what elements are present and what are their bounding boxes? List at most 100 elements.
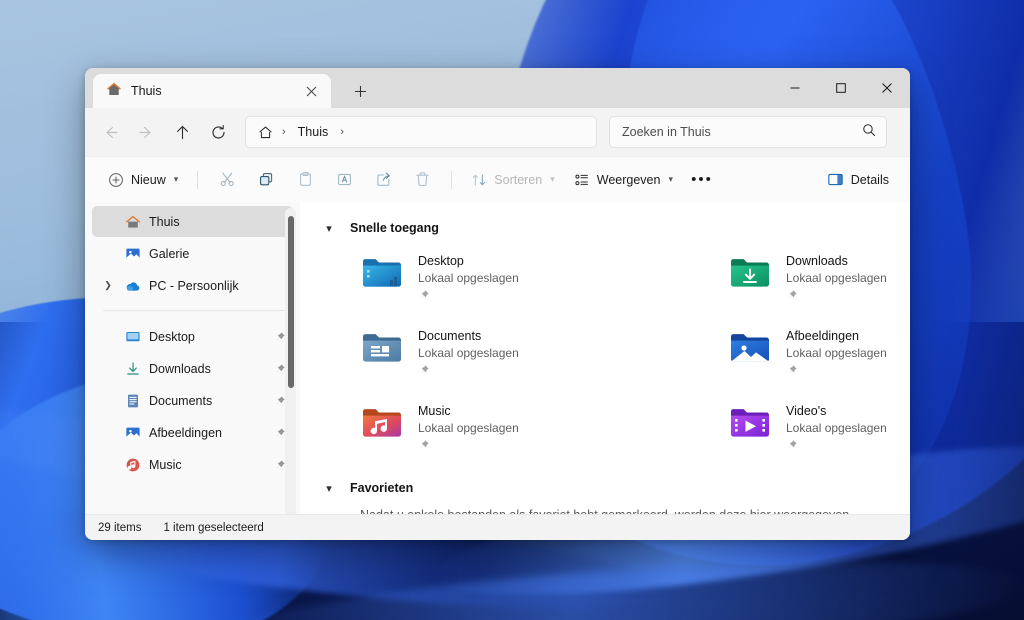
minimize-button[interactable] (772, 68, 818, 108)
sidebar-item-label: Galerie (149, 247, 287, 261)
sort-icon (471, 172, 487, 188)
content-pane: ▾ Snelle toegang (300, 202, 910, 514)
file-item-name: Video's (786, 403, 887, 420)
window-controls (772, 68, 910, 108)
home-icon (106, 81, 122, 102)
delete-button[interactable] (403, 164, 441, 196)
favorites-title: Favorieten (350, 481, 413, 495)
cut-button[interactable] (208, 164, 246, 196)
view-button-label: Weergeven (597, 173, 661, 187)
sidebar-item-pc-persoonlijk[interactable]: ❯ PC - Persoonlijk (92, 270, 293, 301)
file-item-text: Video's Lokaal opgeslagen (786, 402, 887, 456)
file-item-downloads[interactable]: Downloads Lokaal opgeslagen (690, 248, 910, 310)
share-button[interactable] (364, 164, 402, 196)
maximize-button[interactable] (818, 68, 864, 108)
sidebar-item-thuis[interactable]: Thuis (92, 206, 293, 237)
pin-icon (786, 363, 887, 381)
file-item-name: Desktop (418, 253, 519, 270)
sidebar-item-label: Documents (149, 394, 265, 408)
explorer-body: Thuis Galerie ❯ (85, 202, 910, 514)
navigation-pane: Thuis Galerie ❯ (85, 202, 300, 514)
file-item-text: Desktop Lokaal opgeslagen (418, 252, 519, 306)
folder-documents-icon (360, 327, 404, 367)
home-icon (124, 213, 141, 230)
refresh-button[interactable] (201, 115, 235, 149)
new-button[interactable]: Nieuw ▾ (99, 164, 187, 196)
search-box[interactable] (609, 116, 887, 148)
file-item-desktop[interactable]: Desktop Lokaal opgeslagen (322, 248, 690, 310)
pictures-icon (124, 424, 141, 441)
sidebar-divider (103, 310, 286, 311)
chevron-right-icon[interactable]: ❯ (100, 280, 116, 291)
copy-button[interactable] (247, 164, 285, 196)
quick-access-title: Snelle toegang (350, 221, 439, 235)
view-list-icon (574, 172, 590, 188)
sidebar-item-afbeeldingen[interactable]: Afbeeldingen (92, 417, 293, 448)
up-button[interactable] (165, 115, 199, 149)
sidebar-scrollbar[interactable] (285, 208, 296, 514)
chevron-down-icon[interactable]: ▾ (322, 222, 336, 235)
toolbar-divider-2 (451, 171, 452, 189)
scissors-icon (219, 171, 236, 188)
file-item-documents[interactable]: Documents Lokaal opgeslagen (322, 323, 690, 385)
item-count: 29 items (98, 522, 141, 534)
more-options-button[interactable]: ••• (683, 164, 721, 196)
search-icon[interactable] (862, 123, 876, 142)
favorites-header[interactable]: ▾ Favorieten (322, 474, 910, 502)
forward-button[interactable] (129, 115, 163, 149)
file-item-afbeeldingen[interactable]: Afbeeldingen Lokaal opgeslagen (690, 323, 910, 385)
file-item-text: Afbeeldingen Lokaal opgeslagen (786, 327, 887, 381)
sidebar-item-music[interactable]: Music (92, 449, 293, 480)
file-item-name: Documents (418, 328, 519, 345)
quick-access-header[interactable]: ▾ Snelle toegang (322, 214, 910, 242)
ellipsis-icon: ••• (691, 172, 713, 187)
tab-close-icon[interactable] (299, 79, 323, 103)
sidebar-item-label: Desktop (149, 330, 265, 344)
new-tab-button[interactable] (345, 76, 375, 106)
sidebar-scrollbar-thumb[interactable] (288, 216, 294, 388)
documents-icon (124, 392, 141, 409)
file-item-subtitle: Lokaal opgeslagen (786, 420, 887, 437)
sidebar-item-label: Afbeeldingen (149, 426, 265, 440)
file-item-text: Music Lokaal opgeslagen (418, 402, 519, 456)
selection-count: 1 item geselecteerd (163, 522, 263, 534)
address-bar[interactable]: › Thuis › (245, 116, 597, 148)
folder-music-icon (360, 402, 404, 442)
close-button[interactable] (864, 68, 910, 108)
details-pane-icon (827, 171, 844, 188)
file-item-music[interactable]: Music Lokaal opgeslagen (322, 398, 690, 460)
sort-button[interactable]: Sorteren ▾ (462, 164, 563, 196)
clipboard-icon (297, 171, 314, 188)
sidebar-item-galerie[interactable]: Galerie (92, 238, 293, 269)
breadcrumb-separator-end[interactable]: › (337, 126, 347, 138)
file-item-videos[interactable]: Video's Lokaal opgeslagen (690, 398, 910, 460)
pin-icon (418, 288, 519, 306)
trash-icon (414, 171, 431, 188)
sidebar-item-label: Thuis (149, 215, 287, 229)
sidebar-item-label: Music (149, 458, 265, 472)
sidebar-item-label: PC - Persoonlijk (149, 279, 287, 293)
view-button[interactable]: Weergeven ▾ (565, 164, 682, 196)
sidebar-item-downloads[interactable]: Downloads (92, 353, 293, 384)
paste-button[interactable] (286, 164, 324, 196)
folder-videos-icon (728, 402, 772, 442)
tab-thuis[interactable]: Thuis (93, 74, 331, 108)
rename-button[interactable] (325, 164, 363, 196)
file-item-subtitle: Lokaal opgeslagen (418, 345, 519, 362)
sidebar-item-documents[interactable]: Documents (92, 385, 293, 416)
wallpaper-streak-3 (203, 542, 1024, 620)
sidebar-item-desktop[interactable]: Desktop (92, 321, 293, 352)
chevron-down-icon[interactable]: ▾ (322, 482, 336, 495)
title-bar: Thuis (85, 68, 910, 108)
details-pane-button[interactable]: Details (818, 164, 898, 196)
file-item-subtitle: Lokaal opgeslagen (786, 345, 887, 362)
search-input[interactable] (622, 125, 862, 139)
breadcrumb-home-icon[interactable] (254, 125, 277, 140)
pin-icon (786, 288, 887, 306)
pin-icon (418, 363, 519, 381)
file-item-name: Downloads (786, 253, 887, 270)
onedrive-cloud-icon (124, 277, 141, 294)
back-button[interactable] (93, 115, 127, 149)
status-bar: 29 items 1 item geselecteerd (85, 514, 910, 540)
breadcrumb-thuis[interactable]: Thuis (291, 122, 336, 142)
